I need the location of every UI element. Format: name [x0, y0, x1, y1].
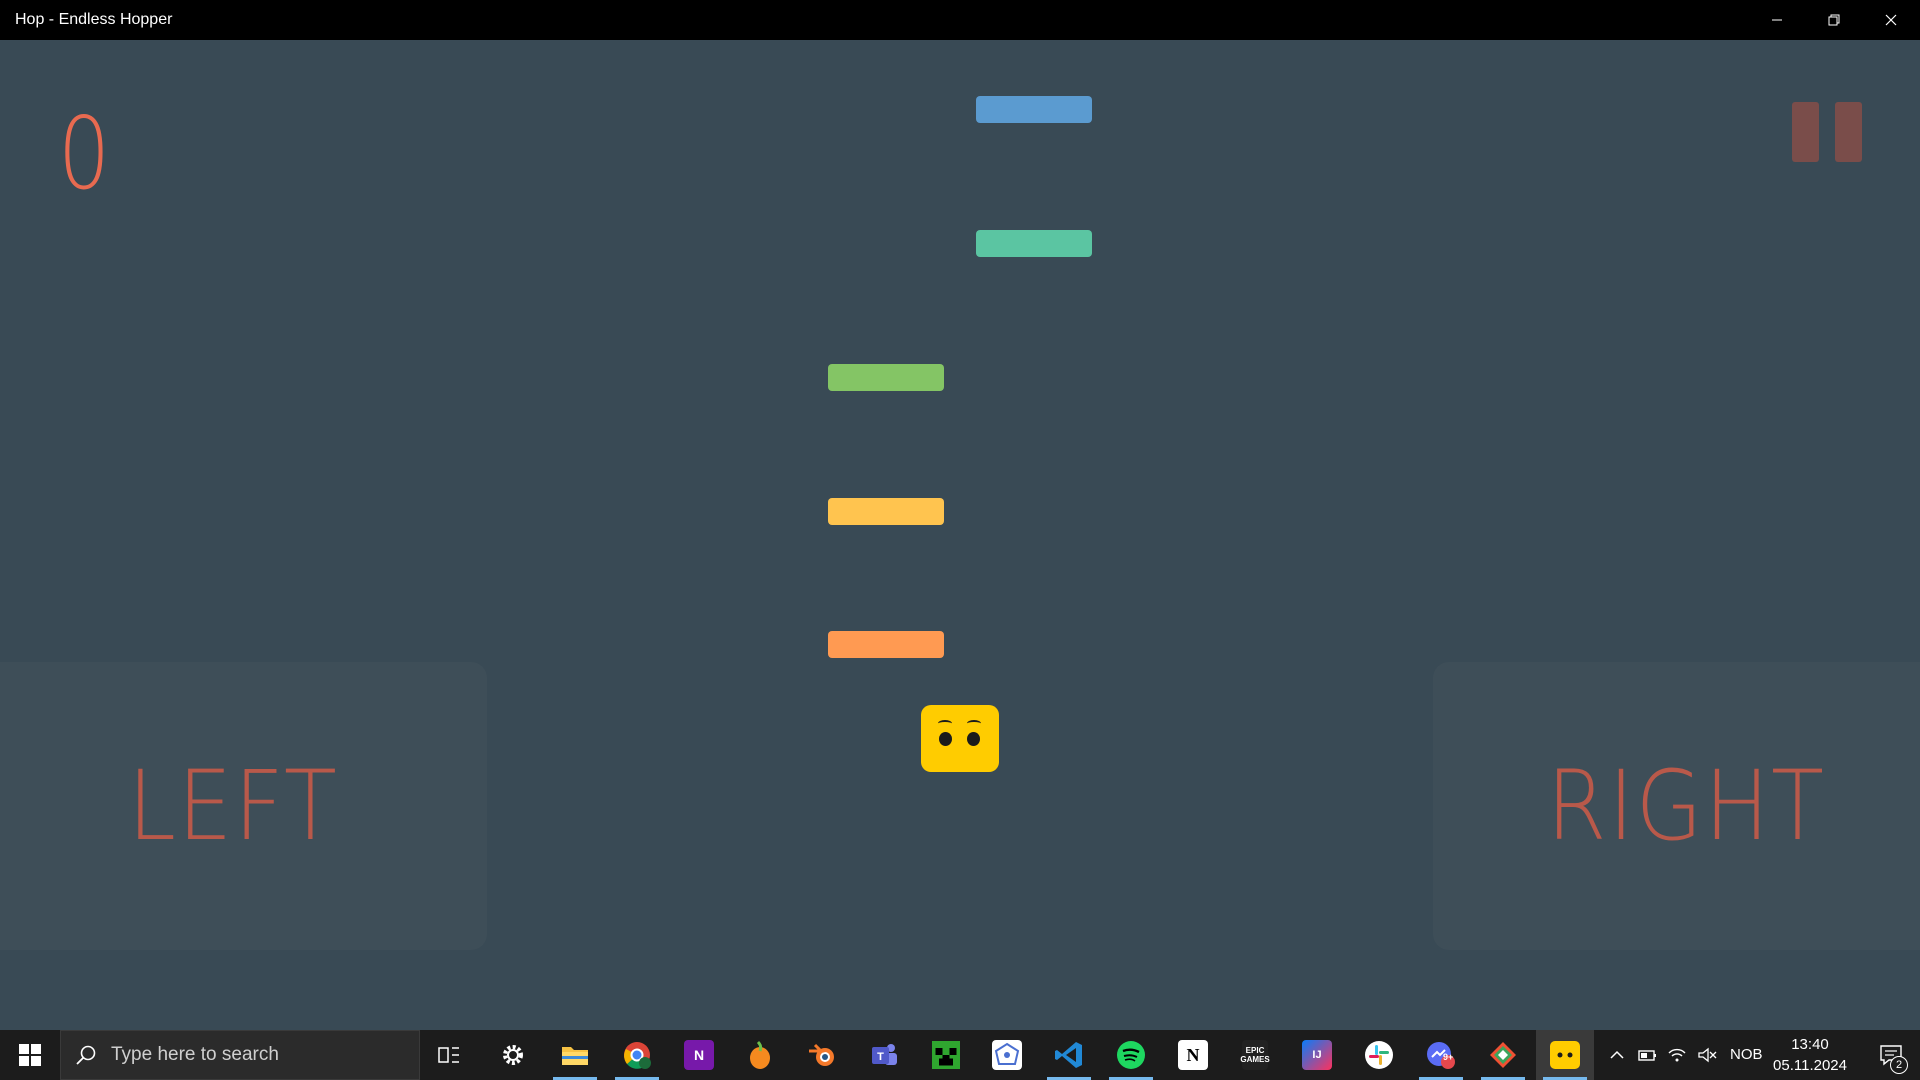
spotify-icon: [1117, 1041, 1145, 1069]
platform: [828, 631, 944, 658]
notion-icon: N: [1178, 1040, 1208, 1070]
taskbar-app-hop-game[interactable]: [1536, 1030, 1594, 1080]
platform: [976, 230, 1092, 257]
taskbar-app-file-explorer[interactable]: [546, 1030, 604, 1080]
right-control-button[interactable]: RIGHT: [1433, 662, 1920, 950]
title-bar: Hop - Endless Hopper: [0, 0, 1920, 40]
onenote-icon: N: [684, 1040, 714, 1070]
right-control-label: RIGHT: [1546, 750, 1827, 862]
volume-muted-icon[interactable]: [1696, 1044, 1718, 1066]
score-display: 0: [58, 95, 110, 212]
taskbar-app-spotify[interactable]: [1102, 1030, 1160, 1080]
folder-icon: [562, 1047, 588, 1065]
left-control-label: LEFT: [128, 750, 339, 862]
taskbar-app-diamond[interactable]: [1474, 1030, 1532, 1080]
hop-game-icon: [1550, 1041, 1580, 1069]
taskbar-app-notion[interactable]: N: [1164, 1030, 1222, 1080]
action-center-button[interactable]: 2: [1862, 1030, 1920, 1080]
intellij-icon: IJ: [1302, 1040, 1332, 1070]
gear-icon: [503, 1045, 523, 1065]
restore-icon: [1828, 14, 1839, 26]
taskbar-app-chrome[interactable]: [608, 1030, 666, 1080]
wifi-icon[interactable]: [1666, 1044, 1688, 1066]
clock-time: 13:40: [1791, 1036, 1829, 1053]
search-input[interactable]: [111, 1044, 391, 1066]
polygon-app-icon: [992, 1040, 1022, 1070]
fl-studio-icon: [750, 1040, 770, 1069]
minimize-button[interactable]: [1748, 0, 1805, 40]
task-view-icon: [438, 1047, 459, 1063]
player-character: [921, 705, 999, 772]
taskbar-app-minecraft[interactable]: [917, 1030, 975, 1080]
input-language-indicator[interactable]: NOB: [1730, 1046, 1763, 1063]
close-button[interactable]: [1862, 0, 1919, 40]
platform: [828, 498, 944, 525]
messenger-badge: 9+: [1443, 1052, 1454, 1062]
diamond-app-icon: [1490, 1042, 1516, 1068]
taskbar-app-teams[interactable]: T: [855, 1030, 913, 1080]
slack-icon: [1365, 1041, 1393, 1069]
taskbar-app-onenote[interactable]: N: [670, 1030, 728, 1080]
taskbar-app-fl-studio[interactable]: [731, 1030, 789, 1080]
task-view-button[interactable]: [420, 1030, 478, 1080]
close-icon: [1885, 14, 1896, 26]
platform: [828, 364, 944, 391]
taskbar: N T N EPIC GAMES IJ 9+: [0, 1030, 1920, 1080]
vscode-icon: [1055, 1042, 1082, 1068]
pause-button[interactable]: [1792, 102, 1862, 162]
left-control-button[interactable]: LEFT: [0, 662, 487, 950]
pause-icon-bar-right: [1835, 102, 1862, 162]
window-title: Hop - Endless Hopper: [15, 11, 173, 28]
notification-count: 2: [1890, 1056, 1908, 1074]
platform: [976, 96, 1092, 123]
epic-games-icon: EPIC GAMES: [1240, 1040, 1270, 1070]
chrome-icon: [624, 1042, 651, 1069]
taskbar-app-vscode[interactable]: [1040, 1030, 1098, 1080]
player-brow-left: [938, 720, 952, 727]
blender-icon: [809, 1043, 834, 1066]
taskbar-app-slack[interactable]: [1350, 1030, 1408, 1080]
player-brow-right: [967, 720, 981, 727]
game-canvas[interactable]: 0 LEFT RIGHT: [0, 40, 1920, 1030]
minimize-icon: [1771, 19, 1782, 21]
svg-text:T: T: [877, 1051, 884, 1063]
player-eye-right: [967, 732, 980, 746]
taskbar-search[interactable]: [60, 1030, 420, 1080]
start-button[interactable]: [0, 1030, 60, 1080]
minecraft-creeper-icon: [932, 1041, 960, 1069]
taskbar-app-intellij[interactable]: IJ: [1288, 1030, 1346, 1080]
restore-button[interactable]: [1805, 0, 1862, 40]
pause-icon-bar-left: [1792, 102, 1819, 162]
taskbar-app-polygon[interactable]: [978, 1030, 1036, 1080]
taskbar-app-messenger[interactable]: 9+: [1412, 1030, 1470, 1080]
taskbar-app-blender[interactable]: [793, 1030, 851, 1080]
taskbar-clock[interactable]: 13:40 05.11.2024: [1768, 1034, 1852, 1076]
teams-icon: T: [872, 1044, 897, 1065]
battery-icon[interactable]: [1636, 1044, 1658, 1066]
chevron-up-icon[interactable]: [1606, 1044, 1628, 1066]
taskbar-app-epic-games[interactable]: EPIC GAMES: [1226, 1030, 1284, 1080]
player-eye-left: [939, 732, 952, 746]
windows-logo-icon: [19, 1044, 41, 1066]
taskbar-app-settings[interactable]: [484, 1030, 542, 1080]
search-icon: [76, 1045, 96, 1065]
clock-date: 05.11.2024: [1773, 1057, 1847, 1074]
